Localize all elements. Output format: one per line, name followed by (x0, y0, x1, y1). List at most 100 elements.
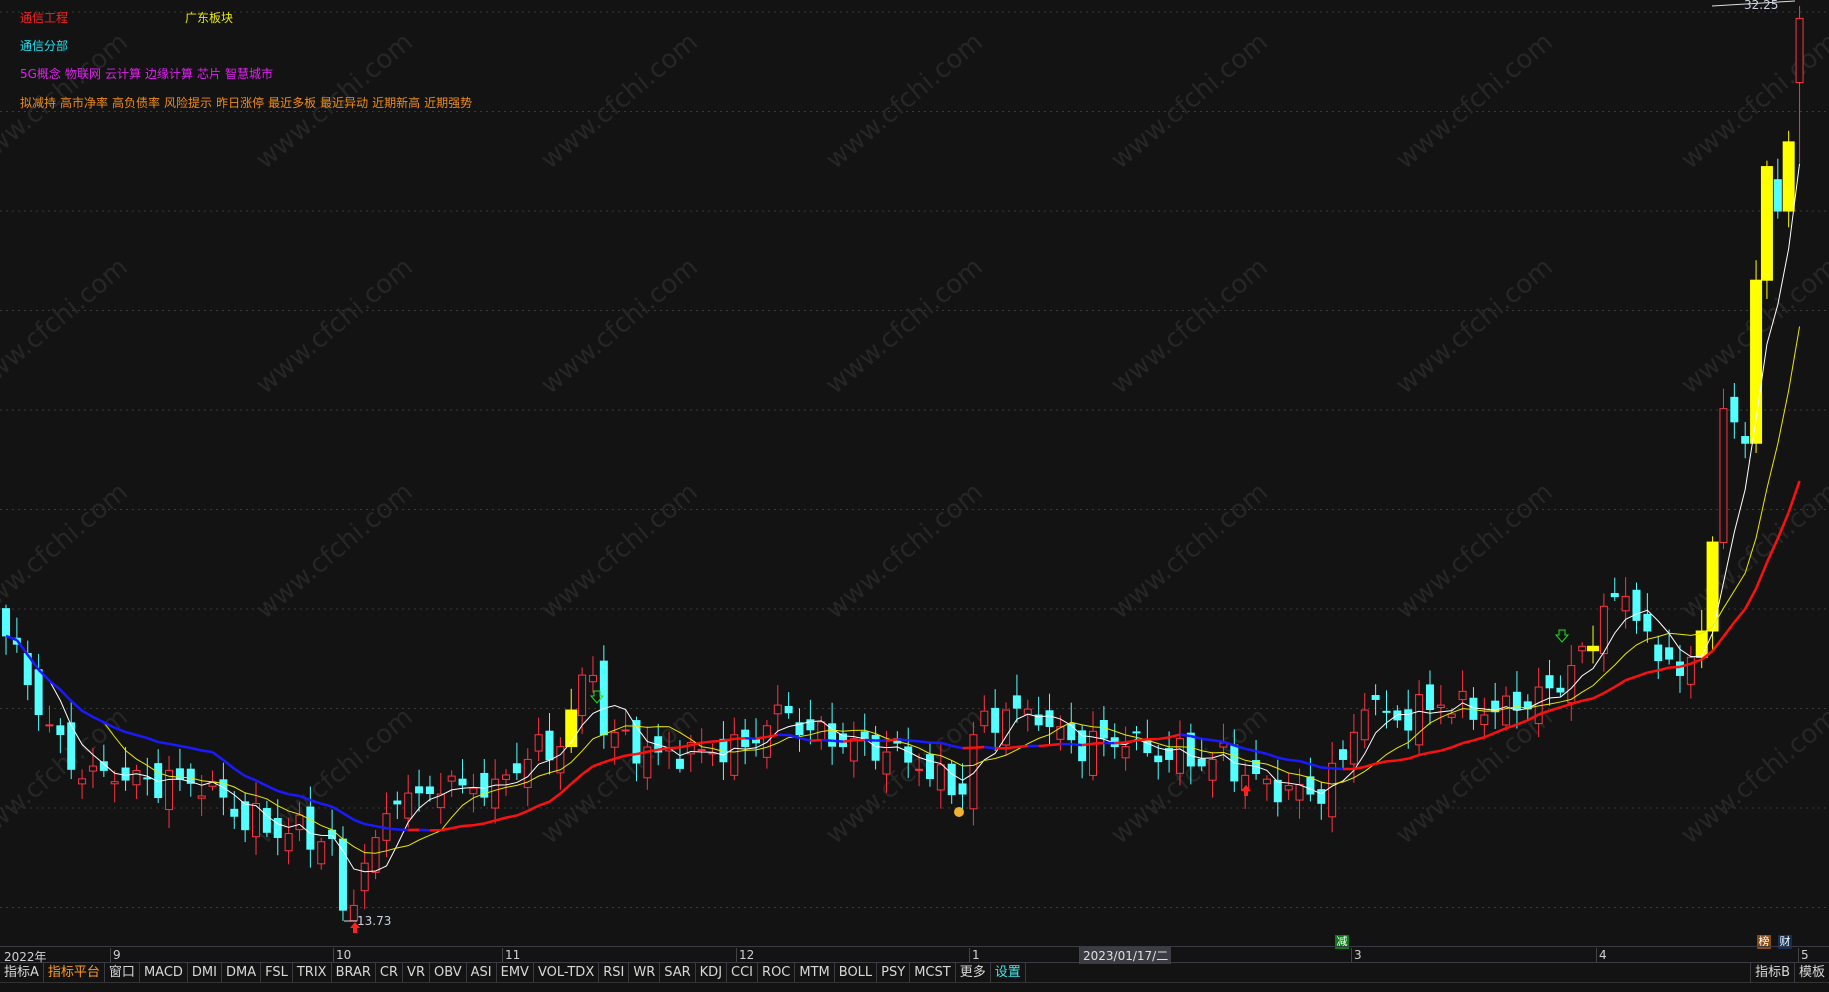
watermark: www.cfchi.com (0, 252, 134, 400)
ma20-segment (516, 809, 529, 817)
ma20-segment (701, 740, 713, 745)
watermark: www.cfchi.com (250, 252, 419, 400)
tab-rsi[interactable]: RSI (599, 963, 630, 982)
tab-cci[interactable]: CCI (727, 963, 759, 982)
candle (904, 746, 913, 763)
candle (1545, 675, 1554, 689)
ma20-segment (451, 824, 463, 830)
watermarks: www.cfchi.com www.cfchi.com www.cfchi.com w… (0, 27, 1829, 850)
candle (675, 758, 684, 769)
tab-trix[interactable]: TRIX (293, 963, 332, 982)
limit-up-candle (565, 709, 578, 748)
tab-cr[interactable]: CR (376, 963, 404, 982)
ma20-segment (1636, 671, 1648, 678)
tab-mtm[interactable]: MTM (795, 963, 835, 982)
candle (588, 674, 597, 683)
candle (1154, 755, 1163, 763)
watermark: www.cfchi.com (250, 477, 419, 625)
ma20-segment (712, 739, 724, 743)
alert-tag[interactable]: 拟减持 (20, 96, 56, 110)
candle (925, 754, 934, 780)
concept-tag[interactable]: 云计算 (105, 67, 141, 81)
candle (241, 801, 250, 831)
candle (1262, 778, 1271, 785)
candle (317, 841, 326, 865)
svg-text:32.25: 32.25 (1744, 0, 1778, 12)
industry-tag[interactable]: 通信工程 (20, 9, 72, 26)
alert-tag[interactable]: 高负债率 (112, 96, 160, 110)
candle (1273, 779, 1282, 803)
tab-更多[interactable]: 更多 (956, 963, 991, 982)
cursor-date: 2023/01/17/二 (1079, 947, 1172, 964)
alert-tag[interactable]: 近期强势 (424, 96, 472, 110)
tab-brar[interactable]: BRAR (332, 963, 376, 982)
tab-kdj[interactable]: KDJ (696, 963, 728, 982)
tab-right-1[interactable]: 模板 (1793, 963, 1829, 983)
tab-psy[interactable]: PSY (877, 963, 911, 982)
concept-tag[interactable]: 物联网 (65, 67, 101, 81)
candle (762, 725, 771, 758)
candle (502, 774, 511, 780)
tab-boll[interactable]: BOLL (835, 963, 878, 982)
candle (1795, 17, 1804, 84)
tab-wr[interactable]: WR (629, 963, 661, 982)
candle (1349, 731, 1358, 765)
candle (578, 674, 587, 717)
tab-right-0[interactable]: 指标B (1750, 963, 1794, 983)
concept-tag[interactable]: 智慧城市 (225, 67, 273, 81)
candle (1480, 714, 1489, 726)
tab-asi[interactable]: ASI (467, 963, 497, 982)
date-label: 1 (969, 948, 980, 962)
concept-tag[interactable]: 芯片 (197, 67, 221, 81)
alert-tag[interactable]: 近期新高 (372, 96, 420, 110)
tab-指标平台[interactable]: 指标平台 (44, 963, 105, 982)
alert-tag[interactable]: 风险提示 (164, 96, 212, 110)
tab-vol-tdx[interactable]: VOL-TDX (534, 963, 600, 982)
ma20-segment (1201, 737, 1213, 742)
candle (1404, 709, 1413, 731)
candlestick-chart[interactable]: www.cfchi.com www.cfchi.com www.cfchi.com w… (0, 0, 1829, 945)
ma20-segment (625, 752, 637, 757)
candle (78, 778, 87, 785)
ma20-segment (473, 822, 485, 827)
tab-fsl[interactable]: FSL (261, 963, 293, 982)
tab-指标a[interactable]: 指标A (0, 963, 44, 982)
tab-mcst[interactable]: MCST (910, 963, 956, 982)
candle (991, 707, 1000, 733)
tab-dmi[interactable]: DMI (188, 963, 222, 982)
tab-emv[interactable]: EMV (497, 963, 534, 982)
alert-tag[interactable]: 最近多板 (268, 96, 316, 110)
date-label: 10 (333, 948, 351, 962)
tab-sar[interactable]: SAR (660, 963, 696, 982)
alert-tag[interactable]: 昨日涨停 (216, 96, 264, 110)
alert-tag[interactable]: 最近异动 (320, 96, 368, 110)
limit-up-candle (1695, 630, 1708, 658)
tab-obv[interactable]: OBV (430, 963, 467, 982)
tab-窗口[interactable]: 窗口 (105, 963, 140, 982)
alert-tag[interactable]: 高市净率 (60, 96, 108, 110)
tab-macd[interactable]: MACD (140, 963, 188, 982)
ma20-segment (1016, 744, 1028, 749)
ma20-segment (1179, 733, 1192, 738)
tab-dma[interactable]: DMA (222, 963, 262, 982)
tab-设置[interactable]: 设置 (991, 963, 1026, 982)
sector-tag[interactable]: 通信分部 (20, 37, 72, 54)
ma20-segment (320, 802, 333, 808)
ma20-segment (559, 782, 573, 795)
candle (1610, 593, 1619, 598)
candle (936, 764, 945, 791)
tab-vr[interactable]: VR (403, 963, 430, 982)
concept-tag[interactable]: 5G概念 (20, 67, 61, 81)
region-tag[interactable]: 广东板块 (185, 9, 237, 26)
candle (784, 706, 793, 714)
candle (849, 738, 858, 762)
ma20-segment (157, 740, 170, 746)
concept-tag[interactable]: 边缘计算 (145, 67, 193, 81)
tab-roc[interactable]: ROC (758, 963, 796, 982)
ma20-segment (1212, 738, 1224, 744)
ma20-segment (1071, 742, 1083, 747)
candle (1121, 746, 1130, 759)
watermark: www.cfchi.com (1390, 477, 1559, 625)
ma20-segment (211, 751, 225, 762)
ma20-segment (1005, 745, 1018, 750)
